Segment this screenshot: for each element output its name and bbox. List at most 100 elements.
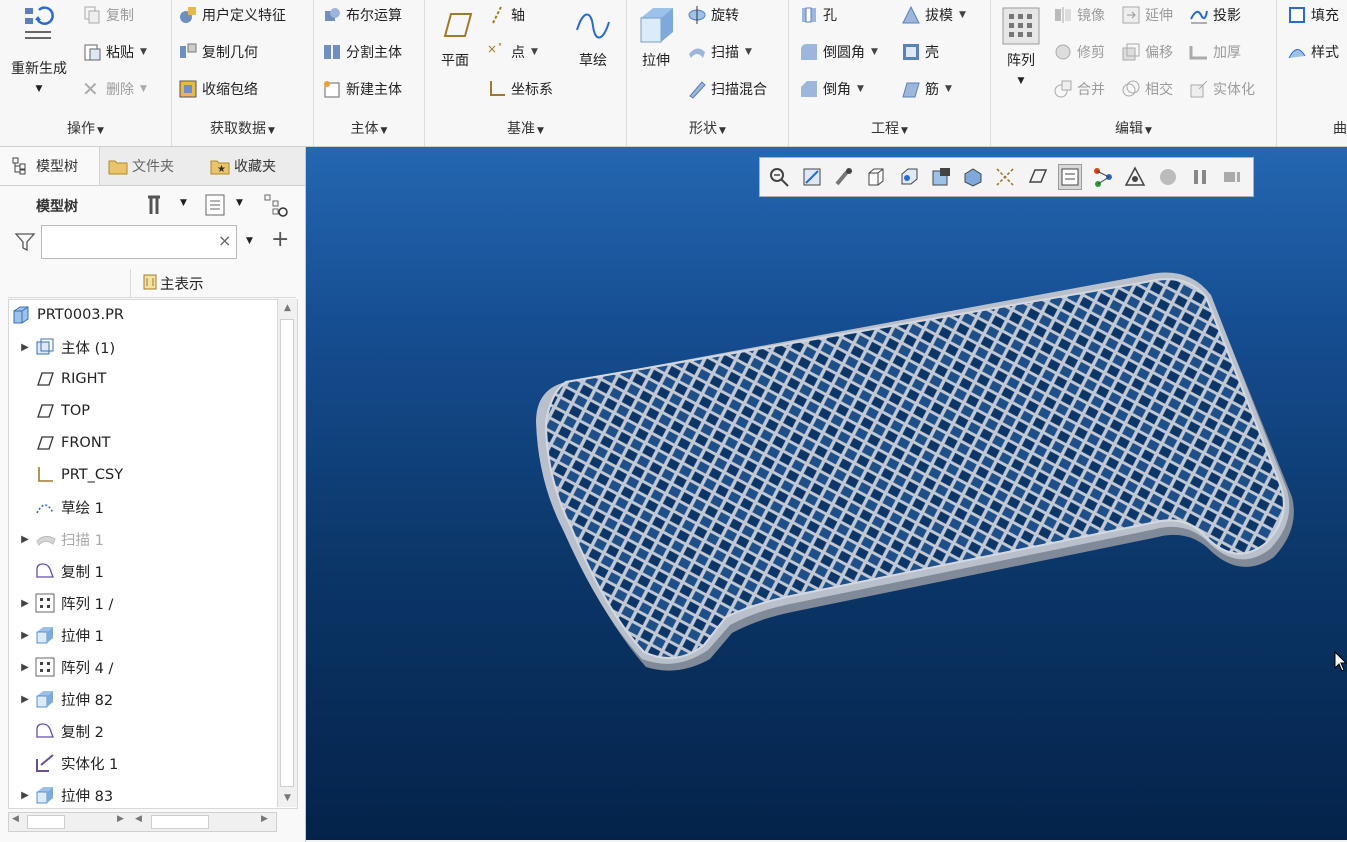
- chevron-down-icon[interactable]: ▼: [959, 10, 966, 20]
- tree-item[interactable]: TOP: [17, 396, 90, 426]
- copy-button[interactable]: 复制: [82, 2, 134, 28]
- tree-item[interactable]: ▶ 阵列 1 /: [17, 588, 113, 618]
- settings-tools-icon[interactable]: [146, 193, 170, 221]
- tree-filter-icon[interactable]: [263, 193, 291, 223]
- show-list-icon[interactable]: [204, 193, 226, 221]
- chevron-down-icon[interactable]: ▼: [997, 76, 1045, 86]
- tree-item[interactable]: ▶ 拉伸 1: [17, 620, 104, 650]
- group-label-datum[interactable]: 基准 ▼: [425, 118, 626, 138]
- group-label-get-data[interactable]: 获取数据 ▼: [172, 118, 313, 138]
- extrude-button[interactable]: 拉伸: [633, 4, 679, 70]
- csys-button[interactable]: 坐标系: [487, 76, 553, 102]
- pattern-button[interactable]: 阵列 ▼: [997, 6, 1045, 86]
- tab-favorites[interactable]: ★ 收藏夹: [210, 147, 305, 185]
- chamfer-button[interactable]: 倒角 ▼: [799, 76, 864, 102]
- plane-button[interactable]: 平面: [433, 6, 477, 70]
- chevron-down-icon[interactable]: ▼: [745, 47, 752, 57]
- draft-button[interactable]: 拔模 ▼: [901, 2, 966, 28]
- tab-model-tree[interactable]: 模型树: [0, 147, 100, 185]
- group-label-operations[interactable]: 操作 ▼: [0, 118, 171, 138]
- round-button[interactable]: 倒圆角 ▼: [799, 39, 878, 65]
- expand-arrow-icon[interactable]: ▶: [17, 630, 33, 641]
- mirror-button[interactable]: 镜像: [1053, 2, 1105, 28]
- sketch-button[interactable]: 草绘: [571, 6, 615, 70]
- tree-item[interactable]: PRT0003.PR: [9, 300, 124, 330]
- tree-item[interactable]: ▶ 扫描 1: [17, 524, 104, 554]
- style-button[interactable]: 样式: [1287, 39, 1339, 65]
- group-label-engineering[interactable]: 工程 ▼: [789, 118, 990, 138]
- scroll-left-icon[interactable]: ◀: [12, 814, 19, 824]
- tree-item[interactable]: ▶ 阵列 4 /: [17, 652, 113, 682]
- expand-arrow-icon[interactable]: ▶: [17, 694, 33, 705]
- scroll-right-icon[interactable]: ▶: [117, 814, 124, 824]
- chevron-down-icon[interactable]: ▼: [871, 47, 878, 57]
- tree-item[interactable]: ▶ 主体 (1): [17, 332, 115, 362]
- tree-item[interactable]: 草绘 1: [17, 492, 104, 522]
- vertical-scroll-thumb[interactable]: [280, 319, 294, 787]
- sweep-button[interactable]: 扫描 ▼: [687, 39, 752, 65]
- extend-button[interactable]: 延伸: [1121, 2, 1173, 28]
- fill-button[interactable]: 填充: [1287, 2, 1339, 28]
- expand-arrow-icon[interactable]: ▶: [17, 534, 33, 545]
- point-button[interactable]: ×˟ 点 ▼: [487, 39, 538, 65]
- chevron-down-icon[interactable]: ▼: [140, 47, 147, 57]
- thicken-button[interactable]: 加厚: [1189, 39, 1241, 65]
- group-label-editing[interactable]: 编辑 ▼: [991, 118, 1276, 138]
- new-body-button[interactable]: 新建主体: [322, 76, 402, 102]
- chevron-down-icon[interactable]: ▼: [246, 236, 253, 246]
- hole-button[interactable]: 孔: [799, 2, 837, 28]
- revolve-button[interactable]: 旋转: [687, 2, 739, 28]
- tree-item[interactable]: 复制 1: [17, 556, 104, 586]
- solidify-button[interactable]: 实体化: [1189, 76, 1255, 102]
- tree-item[interactable]: ▶ 拉伸 83: [17, 780, 113, 808]
- tree-item[interactable]: 实体化 1: [17, 748, 118, 778]
- add-icon[interactable]: +: [271, 227, 289, 252]
- horizontal-scroll-thumb-names[interactable]: [27, 815, 65, 829]
- tree-item[interactable]: PRT_CSY: [17, 460, 123, 490]
- intersect-button[interactable]: 相交: [1121, 76, 1173, 102]
- chevron-down-icon[interactable]: ▼: [140, 84, 147, 94]
- tree-vertical-scrollbar[interactable]: ▲ ▼: [277, 299, 297, 807]
- axis-button[interactable]: 轴: [487, 2, 525, 28]
- part-model[interactable]: [306, 147, 1347, 840]
- group-label-body[interactable]: 主体 ▼: [314, 118, 424, 138]
- trim-button[interactable]: 修剪: [1053, 39, 1105, 65]
- udf-button[interactable]: 用户定义特征: [178, 2, 286, 28]
- scroll-left-icon[interactable]: ◀: [135, 814, 142, 824]
- chevron-down-icon[interactable]: ▼: [945, 84, 952, 94]
- group-label-surfaces[interactable]: 曲: [1277, 118, 1347, 138]
- tree-item[interactable]: ▶ 拉伸 82: [17, 684, 113, 714]
- graphics-viewport[interactable]: [306, 147, 1347, 840]
- chevron-down-icon[interactable]: ▼: [531, 47, 538, 57]
- paste-button[interactable]: 粘贴 ▼: [82, 39, 147, 65]
- rib-button[interactable]: 筋 ▼: [901, 76, 952, 102]
- chevron-down-icon[interactable]: ▼: [180, 198, 187, 208]
- chevron-down-icon[interactable]: ▼: [4, 84, 74, 94]
- split-body-button[interactable]: 分割主体: [322, 39, 402, 65]
- chevron-down-icon[interactable]: ▼: [857, 84, 864, 94]
- project-button[interactable]: 投影: [1189, 2, 1241, 28]
- swept-blend-button[interactable]: 扫描混合: [687, 76, 767, 102]
- shell-button[interactable]: 壳: [901, 39, 939, 65]
- boolean-button[interactable]: 布尔运算: [322, 2, 402, 28]
- merge-button[interactable]: 合并: [1053, 76, 1105, 102]
- group-label-shapes[interactable]: 形状 ▼: [627, 118, 788, 138]
- copy-geometry-button[interactable]: 复制几何: [178, 39, 258, 65]
- offset-button[interactable]: 偏移: [1121, 39, 1173, 65]
- clear-icon[interactable]: ×: [218, 231, 231, 250]
- tree-item[interactable]: RIGHT: [17, 364, 106, 394]
- search-input[interactable]: [41, 225, 237, 259]
- chevron-down-icon[interactable]: ▼: [236, 198, 243, 208]
- horizontal-scroll-thumb-columns[interactable]: [151, 815, 209, 829]
- expand-arrow-icon[interactable]: ▶: [17, 662, 33, 673]
- tree-horizontal-scrollbar[interactable]: ◀ ▶ ◀ ▶: [8, 812, 277, 832]
- tree-item[interactable]: FRONT: [17, 428, 111, 458]
- scroll-up-icon[interactable]: ▲: [278, 299, 297, 317]
- shrinkwrap-button[interactable]: 收缩包络: [178, 76, 258, 102]
- regenerate-button[interactable]: 重新生成 ▼: [4, 4, 74, 94]
- expand-arrow-icon[interactable]: ▶: [17, 342, 33, 353]
- delete-button[interactable]: ✕ 删除 ▼: [82, 76, 147, 102]
- tree-item[interactable]: 复制 2: [17, 716, 104, 746]
- expand-arrow-icon[interactable]: ▶: [17, 598, 33, 609]
- expand-arrow-icon[interactable]: ▶: [17, 790, 33, 801]
